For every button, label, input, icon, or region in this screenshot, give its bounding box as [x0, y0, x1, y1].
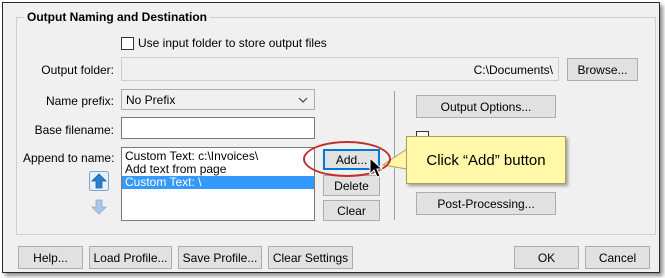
chevron-down-icon [298, 97, 308, 103]
clear-settings-button[interactable]: Clear Settings [268, 246, 353, 269]
mouse-cursor-icon [369, 157, 384, 178]
output-folder-field[interactable]: C:\Documents\ [121, 57, 559, 81]
load-profile-button[interactable]: Load Profile... [89, 246, 172, 269]
dialog-window: Output Naming and Destination Use input … [2, 2, 660, 273]
base-filename-label: Base filename: [34, 123, 114, 137]
clear-button[interactable]: Clear [323, 200, 380, 221]
move-up-button[interactable] [89, 171, 109, 191]
output-folder-value: C:\Documents\ [473, 63, 553, 77]
group-title: Output Naming and Destination [24, 10, 210, 24]
arrow-up-icon [89, 171, 109, 191]
output-options-button[interactable]: Output Options... [416, 95, 556, 118]
name-prefix-label: Name prefix: [45, 94, 114, 108]
append-to-name-label: Append to name: [23, 151, 115, 165]
ok-button[interactable]: OK [514, 246, 579, 269]
callout-tooltip: Click “Add” button [406, 136, 566, 184]
base-filename-input[interactable] [121, 117, 315, 139]
help-button[interactable]: Help... [18, 246, 83, 269]
list-item-selected[interactable]: Custom Text: \ [122, 176, 314, 189]
append-list[interactable]: Custom Text: c:\Invoices\ Add text from … [121, 147, 315, 221]
save-profile-button[interactable]: Save Profile... [178, 246, 262, 269]
callout-pointer [381, 148, 408, 170]
browse-button[interactable]: Browse... [567, 58, 638, 81]
input-folder-checkbox-label: Use input folder to store output files [138, 36, 327, 50]
arrow-down-icon [91, 199, 107, 215]
post-processing-button[interactable]: Post-Processing... [416, 192, 556, 215]
move-down-button[interactable] [89, 197, 109, 217]
callout-text: Click “Add” button [426, 151, 546, 169]
name-prefix-select[interactable]: No Prefix [121, 89, 315, 110]
cancel-button[interactable]: Cancel [585, 246, 650, 269]
name-prefix-value: No Prefix [126, 93, 176, 107]
input-folder-checkbox[interactable] [121, 37, 134, 50]
output-folder-label: Output folder: [41, 63, 114, 77]
